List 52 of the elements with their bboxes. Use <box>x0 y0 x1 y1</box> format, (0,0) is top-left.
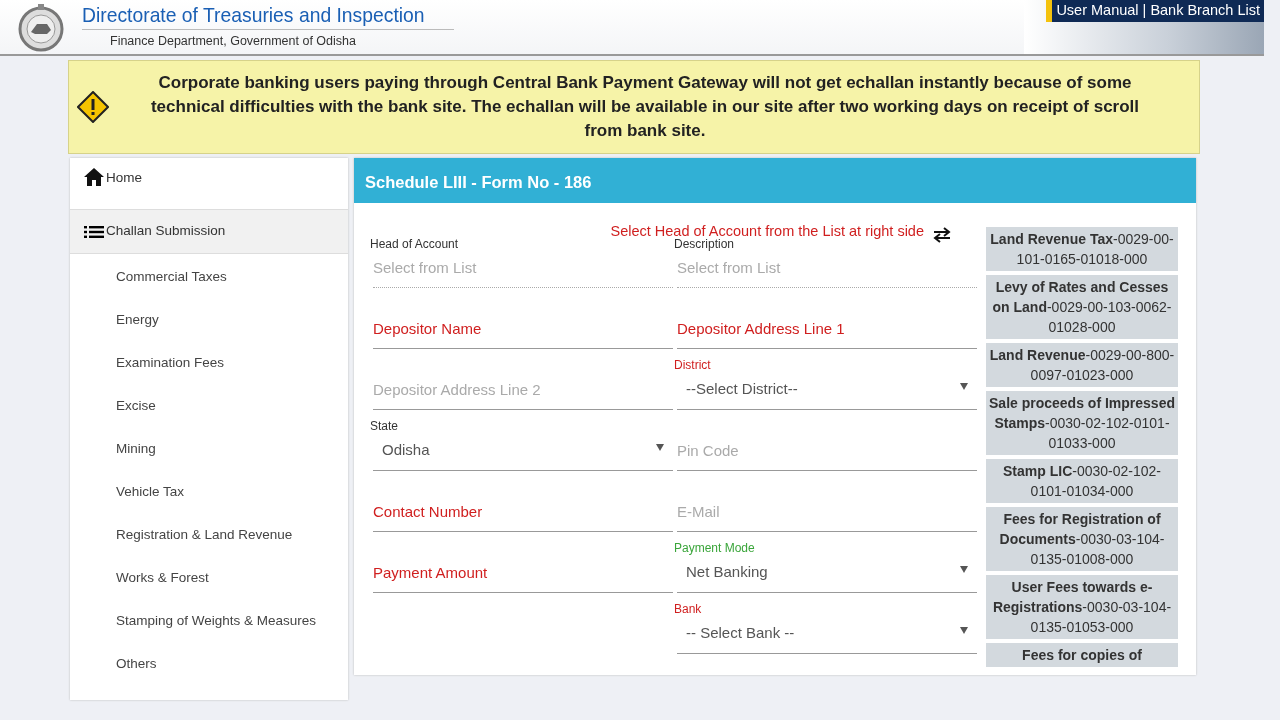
field-label: Head of Account <box>370 236 460 251</box>
header-link[interactable]: Bank Branch List <box>1150 2 1260 18</box>
select-field[interactable]: --Select District-- <box>677 371 977 410</box>
input-field[interactable]: Select from List <box>677 250 977 288</box>
list-icon <box>84 224 104 239</box>
sidebar-subitem[interactable]: Excise <box>70 399 348 442</box>
input-field[interactable]: Depositor Name <box>373 311 673 349</box>
input-field[interactable]: Select from List <box>373 250 673 288</box>
sidebar-subitem[interactable]: Others <box>70 657 348 700</box>
home-icon <box>84 168 104 186</box>
account-head-item[interactable]: Sale proceeds of Impressed Stamps-0030-02-102-0101-01033-000 <box>986 391 1178 455</box>
sidebar-subitem[interactable]: Vehicle Tax <box>70 485 348 528</box>
select-field[interactable]: -- Select Bank -- <box>677 615 977 654</box>
link-separator: | <box>1141 2 1148 18</box>
input-field[interactable]: E-Mail <box>677 494 977 532</box>
site-title: Directorate of Treasuries and Inspection <box>82 3 425 25</box>
sidebar-subitem[interactable]: Works & Forest <box>70 571 348 614</box>
account-head-item[interactable]: Levy of Rates and Cesses on Land-0029-00-103-0062-01028-000 <box>986 275 1178 339</box>
sidebar-subitem[interactable]: Mining <box>70 442 348 485</box>
account-head-item[interactable]: Land Revenue-0029-00-800-0097-01023-000 <box>986 343 1178 387</box>
account-head-item[interactable]: User Fees towards e-Registrations-0030-03-104-0135-01053-000 <box>986 575 1178 639</box>
input-field[interactable]: Payment Amount <box>373 555 673 593</box>
input-field[interactable]: Depositor Address Line 1 <box>677 311 977 349</box>
account-head-item[interactable]: Fees for Registration of Documents-0030-03-104-0135-01008-000 <box>986 507 1178 571</box>
account-head-item[interactable]: Stamp LIC-0030-02-102-0101-01034-000 <box>986 459 1178 503</box>
account-head-item[interactable]: Land Revenue Tax-0029-00-101-0165-01018-000 <box>986 227 1178 271</box>
account-head-item[interactable]: Fees for copies of <box>986 643 1178 667</box>
select-field[interactable]: Net Banking <box>677 554 977 593</box>
sidebar-item[interactable]: Challan Submission <box>70 210 348 254</box>
caret-icon <box>960 382 968 390</box>
header-link[interactable]: User Manual <box>1056 2 1139 18</box>
sidebar-subitem[interactable]: Examination Fees <box>70 356 348 399</box>
sidebar-subitem[interactable]: Stamping of Weights & Measures <box>70 614 348 657</box>
caret-icon <box>960 626 968 634</box>
warning-icon <box>77 91 109 123</box>
field-label: District <box>674 357 712 372</box>
swap-arrows-icon[interactable] <box>932 227 952 243</box>
select-field[interactable]: Odisha <box>373 432 673 471</box>
notice-text: Corporate banking users paying through Central Bank Payment Gateway will not get echallan instantly because of some technical difficulties with the bank site. The echallan will be available in our site after two working days on receipt of scroll from bank site. <box>149 72 1141 142</box>
input-field[interactable]: Depositor Address Line 2 <box>373 372 673 410</box>
site-subtitle: Finance Department, Government of Odisha <box>82 28 455 51</box>
sidebar-subitem[interactable]: Energy <box>70 313 348 356</box>
form-title: Schedule LIII - Form No - 186 <box>354 158 1196 203</box>
input-field[interactable]: Pin Code <box>677 433 977 471</box>
input-field[interactable]: Contact Number <box>373 494 673 532</box>
sidebar-subitem[interactable]: Registration & Land Revenue <box>70 528 348 571</box>
field-label: Bank <box>674 601 703 616</box>
sidebar-subitem[interactable]: Commercial Taxes <box>70 270 348 313</box>
field-label: Payment Mode <box>674 540 756 555</box>
field-label: State <box>370 418 400 433</box>
caret-icon <box>656 443 664 451</box>
caret-icon <box>960 565 968 573</box>
